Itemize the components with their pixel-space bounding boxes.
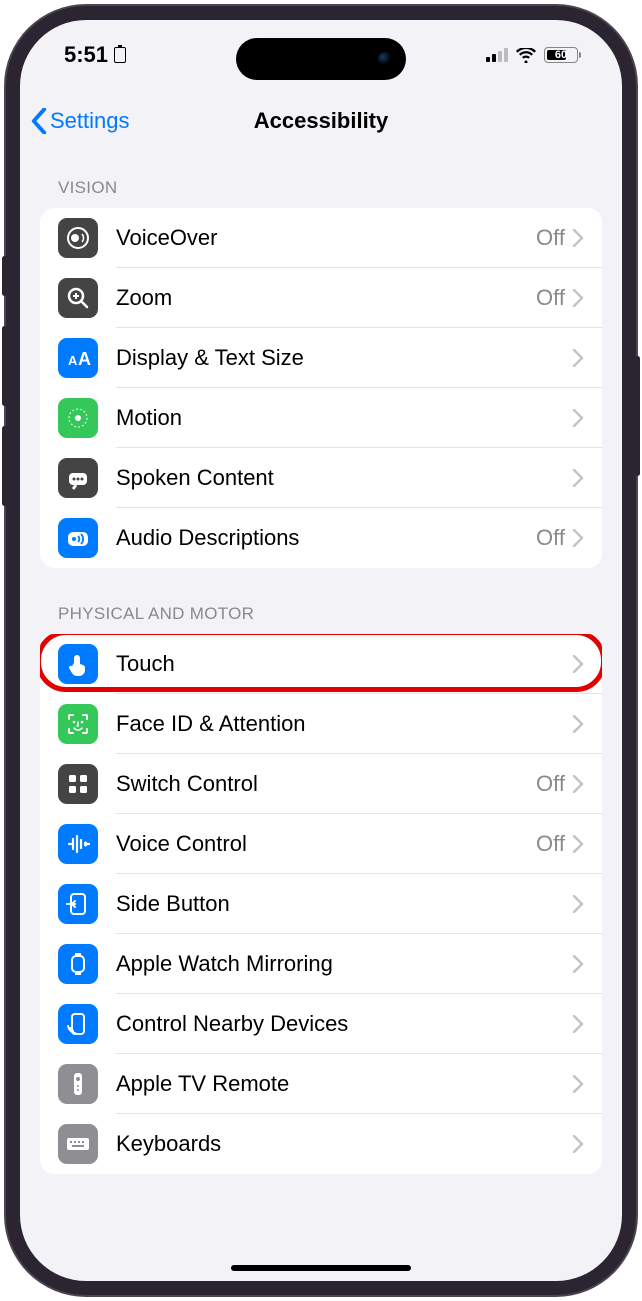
- iphone-frame: 5:51 60 Settings Accessibility VISION Vo…: [6, 6, 636, 1295]
- row-value: Off: [536, 225, 565, 251]
- chevron-right-icon: [573, 895, 584, 913]
- row-label: Audio Descriptions: [116, 525, 536, 551]
- row-label: Touch: [116, 651, 573, 677]
- wifi-icon: [516, 48, 536, 63]
- row-tvremote[interactable]: Apple TV Remote: [40, 1054, 602, 1114]
- camera: [378, 52, 392, 66]
- section-header-physical: PHYSICAL AND MOTOR: [40, 568, 602, 634]
- row-value: Off: [536, 285, 565, 311]
- chevron-right-icon: [573, 529, 584, 547]
- keyboards-icon: [58, 1124, 98, 1164]
- vision-group: VoiceOverOffZoomOffDisplay & Text SizeMo…: [40, 208, 602, 568]
- row-label: Side Button: [116, 891, 573, 917]
- silent-switch: [2, 256, 7, 296]
- row-keyboards[interactable]: Keyboards: [40, 1114, 602, 1174]
- dynamic-island: [236, 38, 406, 80]
- row-label: Keyboards: [116, 1131, 573, 1157]
- chevron-right-icon: [573, 349, 584, 367]
- chevron-left-icon: [30, 108, 48, 134]
- textsize-icon: [58, 338, 98, 378]
- status-time: 5:51: [64, 42, 108, 68]
- volume-up: [2, 326, 7, 406]
- row-zoom[interactable]: ZoomOff: [40, 268, 602, 328]
- row-label: Control Nearby Devices: [116, 1011, 573, 1037]
- row-value: Off: [536, 525, 565, 551]
- row-textsize[interactable]: Display & Text Size: [40, 328, 602, 388]
- chevron-right-icon: [573, 289, 584, 307]
- voiceover-icon: [58, 218, 98, 258]
- row-label: Face ID & Attention: [116, 711, 573, 737]
- switch-icon: [58, 764, 98, 804]
- faceid-icon: [58, 704, 98, 744]
- power-button: [635, 356, 640, 476]
- audiodesc-icon: [58, 518, 98, 558]
- row-value: Off: [536, 831, 565, 857]
- row-switch[interactable]: Switch ControlOff: [40, 754, 602, 814]
- row-label: VoiceOver: [116, 225, 536, 251]
- back-label: Settings: [50, 108, 130, 134]
- row-label: Display & Text Size: [116, 345, 573, 371]
- navigation-bar: Settings Accessibility: [20, 94, 622, 148]
- chevron-right-icon: [573, 775, 584, 793]
- nearby-icon: [58, 1004, 98, 1044]
- row-motion[interactable]: Motion: [40, 388, 602, 448]
- chevron-right-icon: [573, 1135, 584, 1153]
- row-watchmirror[interactable]: Apple Watch Mirroring: [40, 934, 602, 994]
- row-label: Motion: [116, 405, 573, 431]
- chevron-right-icon: [573, 835, 584, 853]
- row-label: Zoom: [116, 285, 536, 311]
- sim-icon: [114, 47, 126, 63]
- tvremote-icon: [58, 1064, 98, 1104]
- row-label: Apple TV Remote: [116, 1071, 573, 1097]
- watchmirror-icon: [58, 944, 98, 984]
- chevron-right-icon: [573, 1015, 584, 1033]
- physical-group: TouchFace ID & AttentionSwitch ControlOf…: [40, 634, 602, 1174]
- row-touch[interactable]: Touch: [40, 634, 602, 694]
- row-value: Off: [536, 771, 565, 797]
- chevron-right-icon: [573, 469, 584, 487]
- battery-icon: 60: [544, 47, 578, 63]
- touch-icon: [58, 644, 98, 684]
- screen: 5:51 60 Settings Accessibility VISION Vo…: [20, 20, 622, 1281]
- row-voicecontrol[interactable]: Voice ControlOff: [40, 814, 602, 874]
- row-label: Switch Control: [116, 771, 536, 797]
- page-title: Accessibility: [254, 108, 389, 134]
- row-label: Spoken Content: [116, 465, 573, 491]
- chevron-right-icon: [573, 409, 584, 427]
- row-sidebutton[interactable]: Side Button: [40, 874, 602, 934]
- volume-down: [2, 426, 7, 506]
- zoom-icon: [58, 278, 98, 318]
- row-faceid[interactable]: Face ID & Attention: [40, 694, 602, 754]
- chevron-right-icon: [573, 955, 584, 973]
- cellular-signal-icon: [486, 48, 508, 62]
- chevron-right-icon: [573, 655, 584, 673]
- row-label: Apple Watch Mirroring: [116, 951, 573, 977]
- chevron-right-icon: [573, 1075, 584, 1093]
- chevron-right-icon: [573, 229, 584, 247]
- section-header-vision: VISION: [40, 148, 602, 208]
- home-indicator[interactable]: [231, 1265, 411, 1271]
- row-spoken[interactable]: Spoken Content: [40, 448, 602, 508]
- chevron-right-icon: [573, 715, 584, 733]
- motion-icon: [58, 398, 98, 438]
- row-voiceover[interactable]: VoiceOverOff: [40, 208, 602, 268]
- content[interactable]: VISION VoiceOverOffZoomOffDisplay & Text…: [20, 148, 622, 1281]
- sidebutton-icon: [58, 884, 98, 924]
- voicecontrol-icon: [58, 824, 98, 864]
- row-nearby[interactable]: Control Nearby Devices: [40, 994, 602, 1054]
- row-audiodesc[interactable]: Audio DescriptionsOff: [40, 508, 602, 568]
- row-label: Voice Control: [116, 831, 536, 857]
- spoken-icon: [58, 458, 98, 498]
- back-button[interactable]: Settings: [30, 108, 130, 134]
